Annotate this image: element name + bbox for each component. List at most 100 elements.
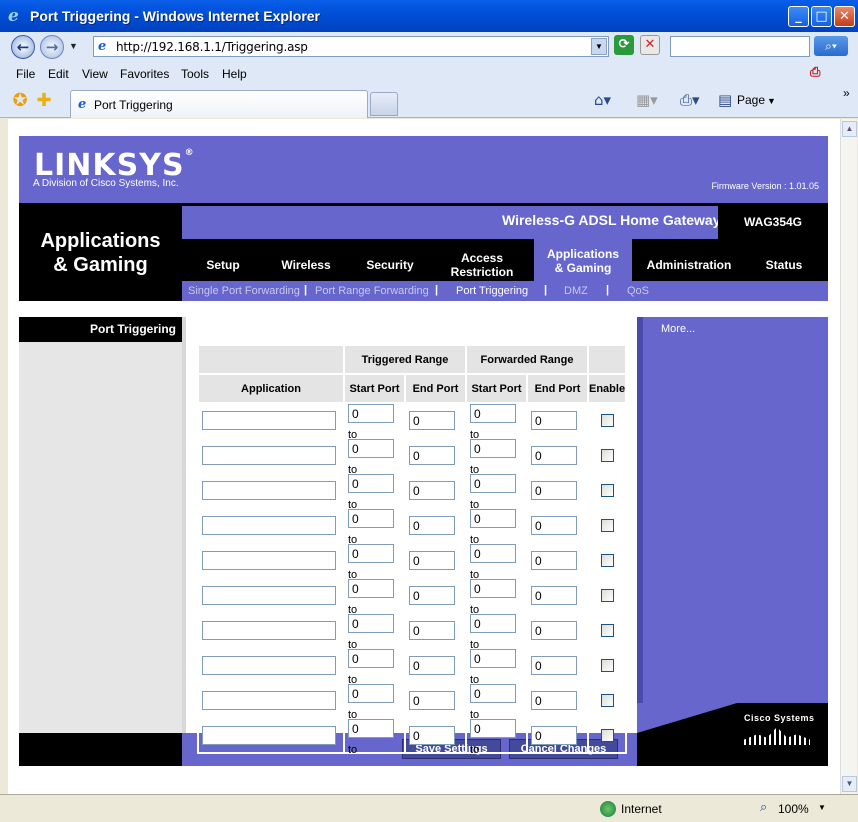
tab-setup[interactable]: Setup: [182, 239, 264, 281]
forwarded-end-port-input[interactable]: [531, 586, 577, 605]
forwarded-start-port-input[interactable]: [470, 684, 516, 703]
triggered-end-port-input[interactable]: [409, 726, 455, 745]
home-icon[interactable]: ⌂▾: [594, 91, 611, 109]
application-name-input[interactable]: [202, 481, 336, 500]
triggered-end-port-input[interactable]: [409, 586, 455, 605]
address-dropdown-icon[interactable]: ▼: [591, 38, 607, 55]
enable-checkbox[interactable]: [600, 659, 614, 672]
forwarded-end-port-input[interactable]: [531, 411, 577, 430]
forwarded-end-port-input[interactable]: [531, 621, 577, 640]
forwarded-end-port-input[interactable]: [531, 551, 577, 570]
forwarded-start-port-input[interactable]: [470, 404, 516, 423]
triggered-start-port-input[interactable]: [348, 509, 394, 528]
forwarded-end-port-input[interactable]: [531, 481, 577, 500]
favorites-center-icon[interactable]: ✪: [10, 91, 30, 111]
triggered-start-port-input[interactable]: [348, 544, 394, 563]
stop-button[interactable]: ✕: [640, 35, 660, 55]
triggered-end-port-input[interactable]: [409, 551, 455, 570]
triggered-start-port-input[interactable]: [348, 439, 394, 458]
application-name-input[interactable]: [202, 621, 336, 640]
triggered-start-port-input[interactable]: [348, 684, 394, 703]
triggered-start-port-input[interactable]: [348, 404, 394, 423]
more-link[interactable]: More...: [661, 323, 695, 335]
enable-checkbox[interactable]: [600, 554, 614, 567]
forwarded-start-port-input[interactable]: [470, 474, 516, 493]
enable-checkbox[interactable]: [600, 484, 614, 497]
triggered-end-port-input[interactable]: [409, 516, 455, 535]
tab-wireless[interactable]: Wireless: [264, 239, 348, 281]
menu-edit[interactable]: Edit: [48, 67, 69, 81]
tab-status[interactable]: Status: [746, 239, 822, 281]
forwarded-end-port-input[interactable]: [531, 656, 577, 675]
forwarded-end-port-input[interactable]: [531, 726, 577, 745]
triggered-end-port-input[interactable]: [409, 481, 455, 500]
tab-security[interactable]: Security: [348, 239, 432, 281]
address-url[interactable]: http://192.168.1.1/Triggering.asp: [116, 40, 308, 54]
enable-checkbox[interactable]: [600, 414, 614, 427]
refresh-button[interactable]: ⟳: [614, 35, 634, 55]
triggered-end-port-input[interactable]: [409, 621, 455, 640]
menu-favorites[interactable]: Favorites: [120, 67, 169, 81]
vertical-scrollbar[interactable]: ▲ ▼: [840, 119, 857, 794]
enable-checkbox[interactable]: [600, 519, 614, 532]
page-menu[interactable]: Page: [737, 93, 765, 107]
triggered-end-port-input[interactable]: [409, 411, 455, 430]
tab-applications-gaming[interactable]: Applications & Gaming: [534, 239, 632, 281]
page-menu-icon[interactable]: ▤: [718, 91, 732, 109]
feeds-icon[interactable]: ▦▾: [636, 91, 658, 109]
subtab-single-port-forwarding[interactable]: Single Port Forwarding: [188, 285, 300, 297]
forwarded-end-port-input[interactable]: [531, 516, 577, 535]
search-input[interactable]: [670, 36, 810, 57]
page-menu-dropdown-icon[interactable]: ▼: [767, 96, 776, 106]
subtab-dmz[interactable]: DMZ: [564, 285, 588, 297]
subtab-port-range-forwarding[interactable]: Port Range Forwarding: [315, 285, 429, 297]
forward-button[interactable]: →: [40, 35, 64, 59]
subtab-port-triggering[interactable]: Port Triggering: [456, 285, 528, 297]
application-name-input[interactable]: [202, 586, 336, 605]
forwarded-start-port-input[interactable]: [470, 579, 516, 598]
search-button[interactable]: ⌕▾: [814, 36, 848, 56]
forwarded-end-port-input[interactable]: [531, 446, 577, 465]
forwarded-start-port-input[interactable]: [470, 544, 516, 563]
zoom-dropdown-icon[interactable]: ▼: [818, 803, 826, 812]
triggered-end-port-input[interactable]: [409, 656, 455, 675]
application-name-input[interactable]: [202, 446, 336, 465]
triggered-start-port-input[interactable]: [348, 719, 394, 738]
subtab-qos[interactable]: QoS: [627, 285, 649, 297]
application-name-input[interactable]: [202, 551, 336, 570]
forwarded-end-port-input[interactable]: [531, 691, 577, 710]
application-name-input[interactable]: [202, 516, 336, 535]
triggered-start-port-input[interactable]: [348, 649, 394, 668]
new-tab-button[interactable]: [370, 92, 398, 116]
forwarded-start-port-input[interactable]: [470, 509, 516, 528]
forwarded-start-port-input[interactable]: [470, 439, 516, 458]
menu-view[interactable]: View: [82, 67, 108, 81]
browser-tab-active[interactable]: e Port Triggering: [70, 90, 368, 118]
address-bar[interactable]: e http://192.168.1.1/Triggering.asp ▼: [93, 36, 609, 57]
maximize-button[interactable]: □: [811, 6, 832, 27]
application-name-input[interactable]: [202, 726, 336, 745]
close-window-button[interactable]: ✕: [834, 6, 855, 27]
application-name-input[interactable]: [202, 656, 336, 675]
minimize-button[interactable]: _: [788, 6, 809, 27]
application-name-input[interactable]: [202, 411, 336, 430]
enable-checkbox[interactable]: [600, 729, 614, 742]
triggered-start-port-input[interactable]: [348, 579, 394, 598]
scroll-down-icon[interactable]: ▼: [842, 776, 857, 792]
forwarded-start-port-input[interactable]: [470, 649, 516, 668]
tab-administration[interactable]: Administration: [634, 239, 744, 281]
pdf-icon[interactable]: ⎙: [810, 65, 826, 81]
triggered-start-port-input[interactable]: [348, 474, 394, 493]
add-favorite-icon[interactable]: ✚: [34, 91, 54, 111]
scroll-up-icon[interactable]: ▲: [842, 121, 857, 137]
zoom-icon[interactable]: ⌕: [760, 800, 767, 815]
tab-access-restriction[interactable]: Access Restriction: [432, 239, 532, 281]
window-title-bar[interactable]: e Port Triggering - Windows Internet Exp…: [0, 0, 858, 32]
application-name-input[interactable]: [202, 691, 336, 710]
history-dropdown-icon[interactable]: ▼: [69, 41, 78, 51]
enable-checkbox[interactable]: [600, 694, 614, 707]
enable-checkbox[interactable]: [600, 589, 614, 602]
forwarded-start-port-input[interactable]: [470, 719, 516, 738]
enable-checkbox[interactable]: [600, 449, 614, 462]
triggered-end-port-input[interactable]: [409, 691, 455, 710]
